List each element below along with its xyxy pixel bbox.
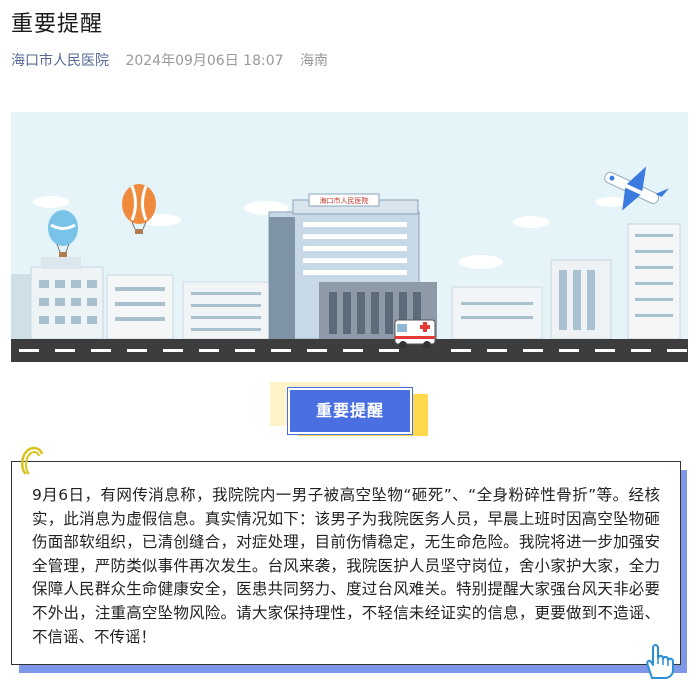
publish-location: 海南 bbox=[299, 53, 328, 69]
pointing-hand-icon bbox=[646, 644, 674, 679]
article-title: 重要提醒 bbox=[11, 12, 104, 37]
article-meta: 海口市人民医院 2024年09月06日 18:07 海南 bbox=[11, 50, 328, 70]
notice-text-box: 9月6日，有网传消息称，我院院内一男子被高空坠物“砸死”、“全身粉碎性骨折”等。… bbox=[11, 461, 681, 665]
hospital-sign: 海口市人民医院 bbox=[320, 196, 369, 205]
heading-badge: 重要提醒 bbox=[270, 382, 430, 438]
hot-air-balloon-orange-icon bbox=[122, 184, 156, 234]
badge-label: 重要提醒 bbox=[288, 388, 412, 434]
notice-body-text: 9月6日，有网传消息称，我院院内一男子被高空坠物“砸死”、“全身粉碎性骨折”等。… bbox=[32, 486, 660, 646]
hospital-building: 海口市人民医院 bbox=[268, 193, 437, 340]
hot-air-balloon-blue-icon bbox=[48, 210, 78, 257]
city-scene: 海口市人民医院 bbox=[11, 166, 688, 362]
paper-clip-icon bbox=[21, 446, 44, 475]
source-account-link[interactable]: 海口市人民医院 bbox=[11, 53, 109, 69]
publish-time: 2024年09月06日 18:07 bbox=[125, 53, 284, 69]
hospital-banner-illustration: 海口市人民医院 bbox=[11, 112, 688, 362]
airplane-icon bbox=[604, 166, 670, 211]
